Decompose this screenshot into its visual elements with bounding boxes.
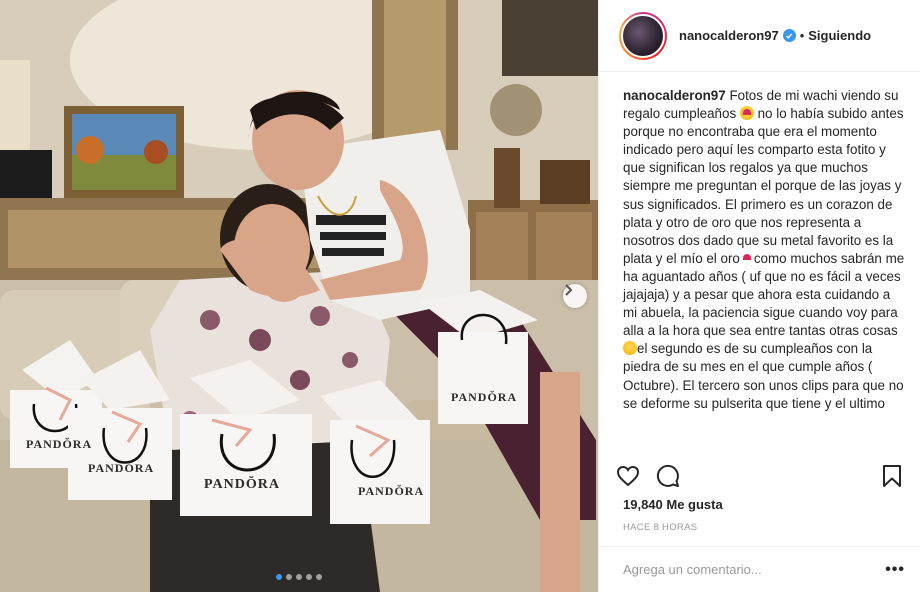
caption-part: el segundo es de su cumpleaños con la pi… <box>623 341 904 411</box>
pandora-logo: PANDŎRA <box>358 484 425 498</box>
like-button[interactable] <box>615 463 641 489</box>
save-button[interactable] <box>879 463 905 489</box>
caption-text: nanocalderon97 Fotos de mi wachi viendo … <box>623 87 905 413</box>
header-separator: • <box>799 28 805 43</box>
pandora-logo: PANDŎRA <box>88 461 155 475</box>
carousel-next-button[interactable] <box>563 284 587 308</box>
carousel-dot[interactable] <box>296 574 302 580</box>
chevron-right-icon <box>565 284 573 296</box>
carousel-dot[interactable] <box>286 574 292 580</box>
post-photo[interactable]: PANDŎRA PANDŎRA PANDŎRA PANDŎRA PANDŎRA <box>0 0 598 592</box>
post-timestamp[interactable]: HACE 8 HORAS <box>623 522 697 533</box>
following-button[interactable]: Siguiendo <box>808 28 871 43</box>
carousel-dot[interactable] <box>316 574 322 580</box>
avatar[interactable] <box>619 11 667 60</box>
likes-count[interactable]: 19,840 Me gusta <box>623 497 723 512</box>
heart-outline-icon <box>616 465 640 487</box>
caption-area: nanocalderon97 Fotos de mi wachi viendo … <box>599 73 920 455</box>
carousel-dot[interactable] <box>276 574 282 580</box>
action-bar <box>615 460 905 492</box>
pandora-logo: PANDŎRA <box>204 477 280 492</box>
pandora-logo: PANDŎRA <box>451 390 518 404</box>
bookmark-icon <box>883 465 901 487</box>
caption-username[interactable]: nanocalderon97 <box>623 88 726 103</box>
comment-bubble-icon <box>656 464 679 487</box>
carousel-indicator <box>0 574 598 580</box>
photo-scene <box>0 0 598 592</box>
avatar-image <box>621 13 665 58</box>
comment-input[interactable] <box>623 562 886 577</box>
carousel-dot[interactable] <box>306 574 312 580</box>
header-username[interactable]: nanocalderon97 <box>679 28 779 43</box>
post-sidebar: nanocalderon97 • Siguiendo nanocalderon9… <box>598 0 920 592</box>
more-options-button[interactable]: ••• <box>885 561 905 579</box>
comment-button[interactable] <box>655 463 681 489</box>
pandora-logo: PANDŎRA <box>26 437 93 451</box>
kissing-face-emoji-icon <box>623 341 637 356</box>
caption-part: no lo había subido antes porque no encon… <box>623 106 904 266</box>
heart-eyes-emoji-icon <box>739 106 754 121</box>
post-header: nanocalderon97 • Siguiendo <box>599 0 920 72</box>
comment-form: ••• <box>599 546 920 592</box>
heart-emoji-icon <box>740 251 754 265</box>
verified-badge-icon <box>782 29 796 42</box>
